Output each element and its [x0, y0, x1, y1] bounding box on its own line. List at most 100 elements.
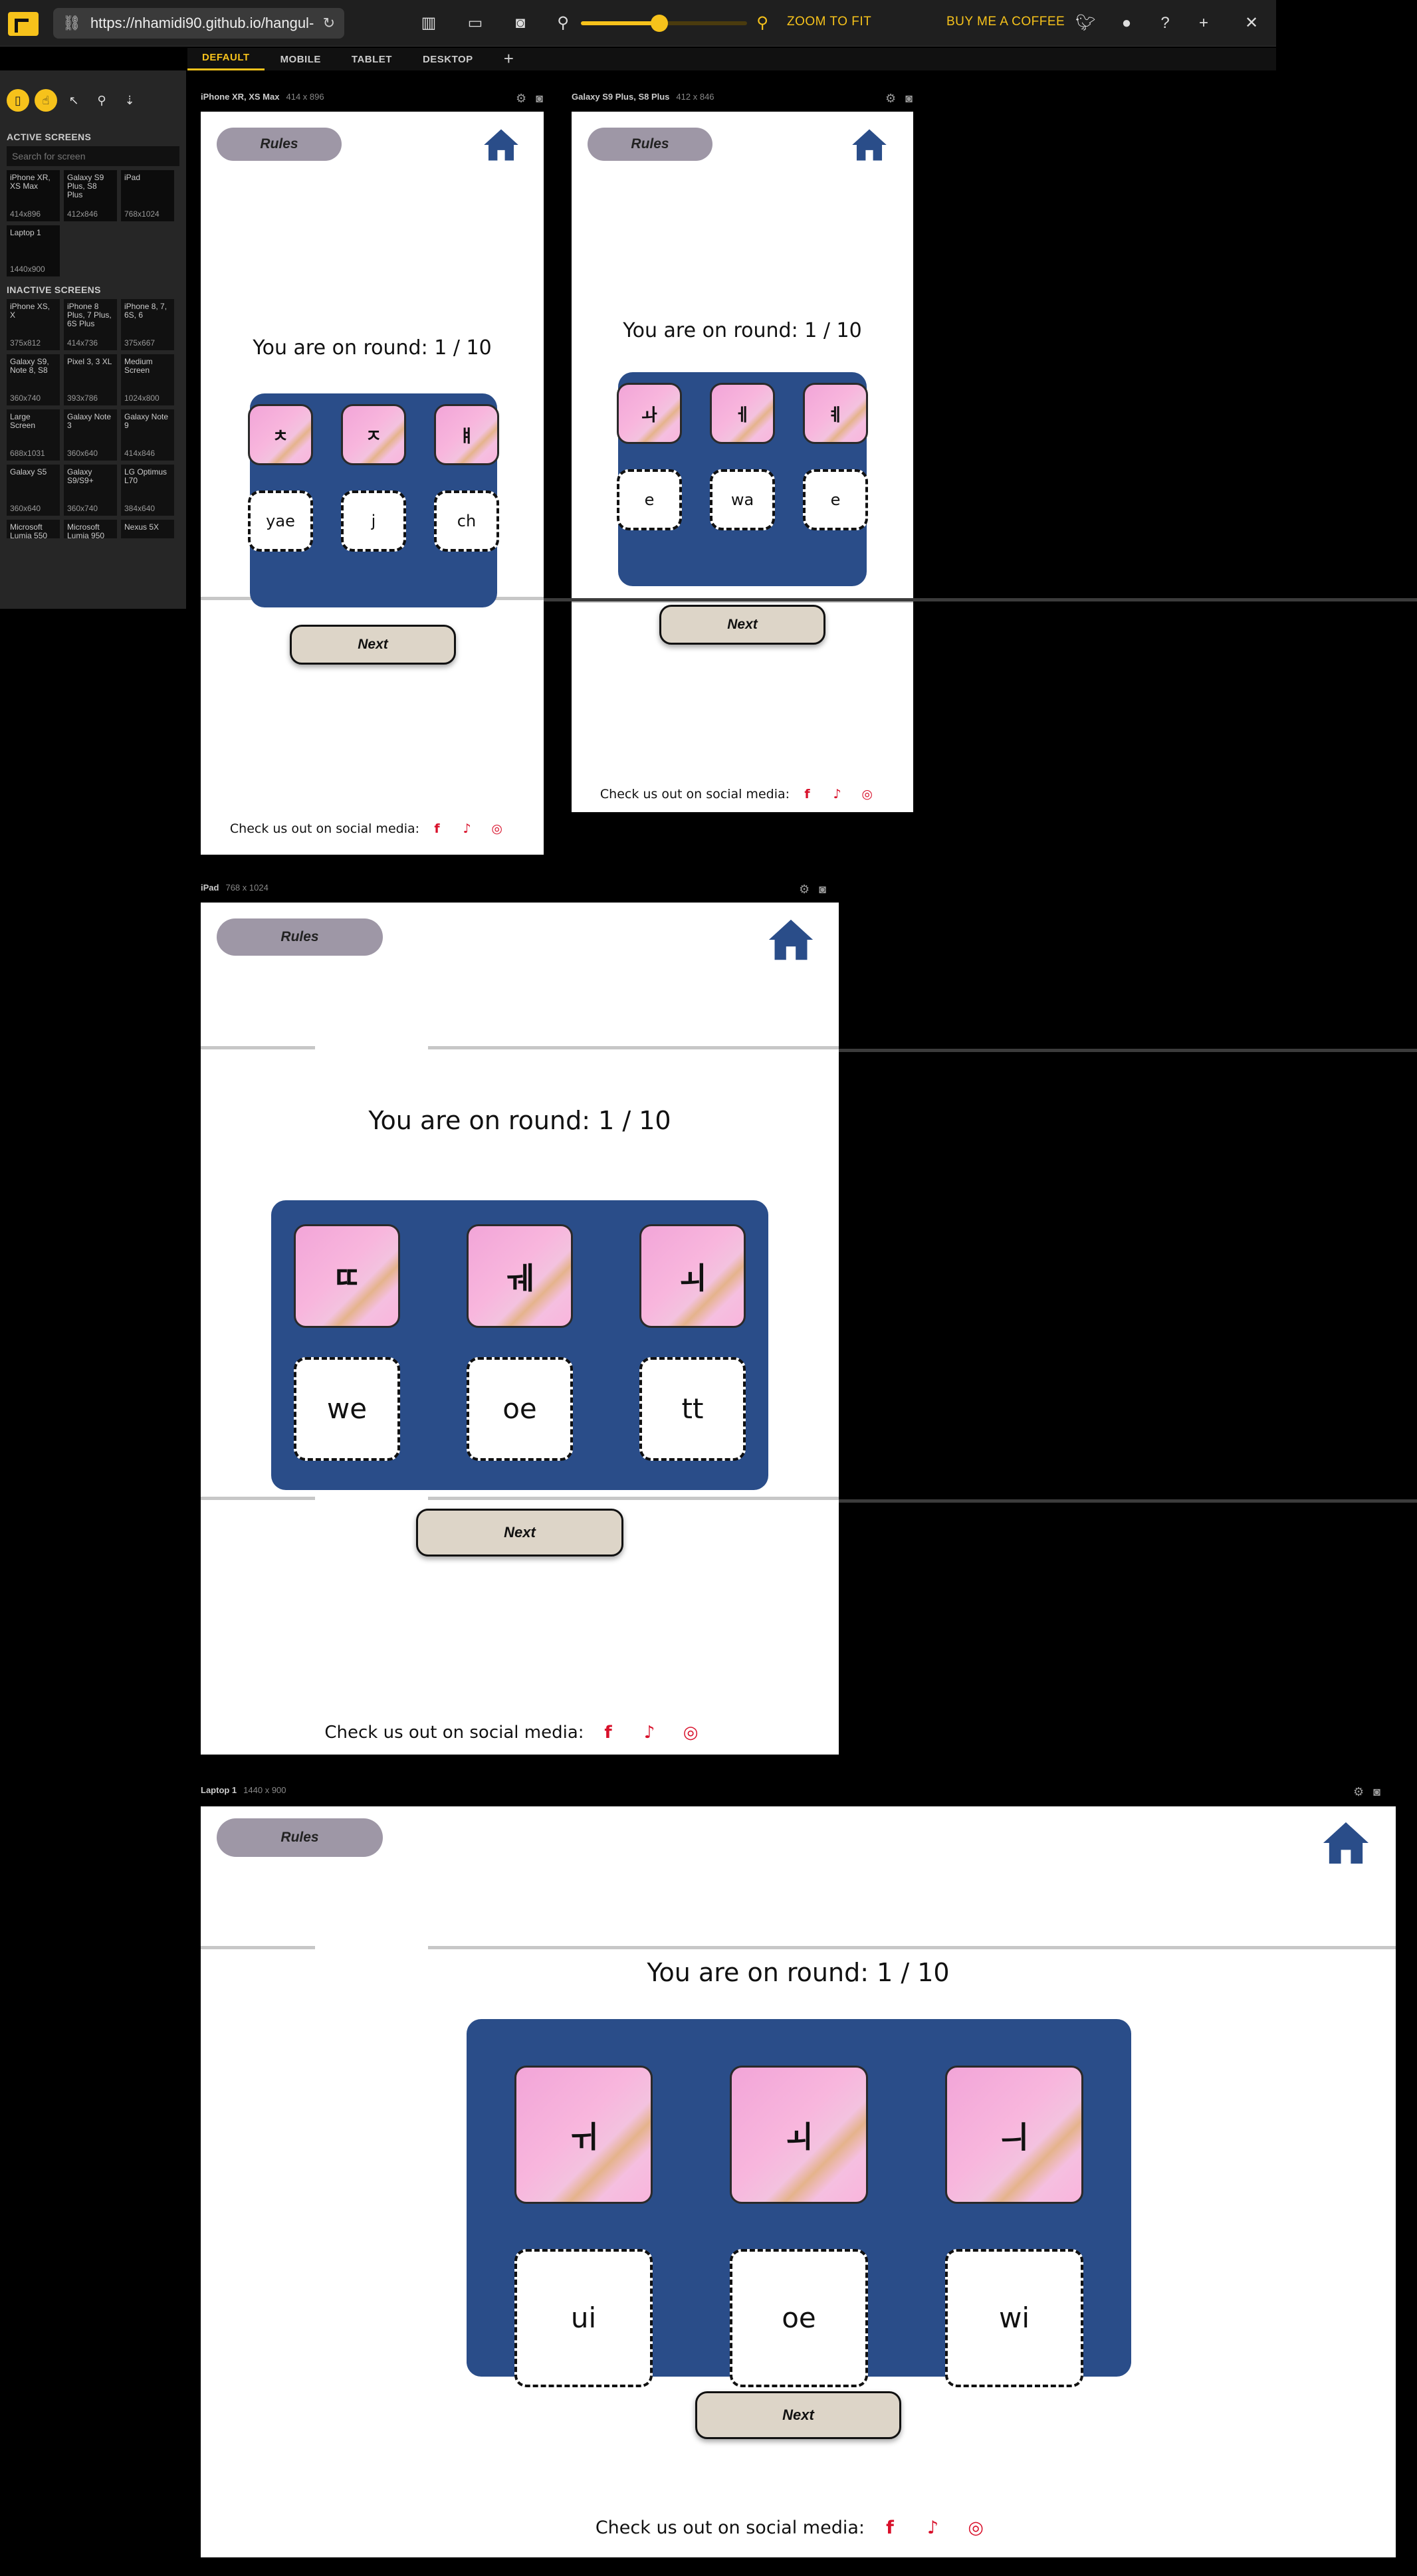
search-icon[interactable]: ⚲	[90, 89, 113, 112]
hangul-tile[interactable]: ㅟ	[514, 2066, 653, 2204]
camera-icon[interactable]: ◙	[905, 92, 913, 105]
gear-icon[interactable]: ⚙	[799, 883, 810, 896]
zoom-out-icon[interactable]: ⚲	[553, 13, 573, 33]
facebook-icon[interactable]: f	[790, 787, 825, 802]
tab-desktop[interactable]: DESKTOP	[408, 54, 488, 70]
hangul-tile[interactable]: ㅞ	[467, 1224, 573, 1328]
add-icon[interactable]: +	[1194, 13, 1214, 33]
rules-button[interactable]: Rules	[588, 128, 712, 161]
tiktok-icon[interactable]: ♪	[633, 1723, 667, 1743]
camera-icon[interactable]: ◙	[819, 883, 826, 896]
hangul-tile[interactable]: ㅘ	[617, 383, 682, 444]
instagram-icon[interactable]: ◎	[950, 2518, 1001, 2538]
screen-card[interactable]: iPhone 8 Plus, 7 Plus, 6S Plus 414x736	[64, 299, 117, 350]
facebook-icon[interactable]: f	[865, 2518, 915, 2538]
pointer-toggle-icon[interactable]: ☝	[35, 89, 57, 112]
romanization-tile[interactable]: oe	[467, 1357, 573, 1461]
hangul-tile[interactable]: ㅒ	[434, 404, 499, 465]
network-icon[interactable]: ⇣	[118, 89, 141, 112]
buy-me-a-coffee-button[interactable]: BUY ME A COFFEE	[946, 15, 1065, 29]
screenshot-icon[interactable]: ◙	[510, 13, 530, 33]
screen-card[interactable]: Galaxy S9 Plus, S8 Plus 412x846	[64, 170, 117, 221]
tiktok-icon[interactable]: ♪	[455, 821, 479, 836]
rules-button[interactable]: Rules	[217, 128, 342, 161]
facebook-icon[interactable]: f	[419, 821, 455, 836]
screen-card[interactable]: iPhone XS, X 375x812	[7, 299, 60, 350]
romanization-tile[interactable]: wi	[945, 2249, 1083, 2387]
romanization-tile[interactable]: wa	[710, 469, 775, 530]
gear-icon[interactable]: ⚙	[516, 92, 526, 105]
screen-card[interactable]: Galaxy Note 9 414x846	[121, 409, 174, 461]
screen-card[interactable]: Galaxy Note 3 360x640	[64, 409, 117, 461]
screen-card[interactable]: Galaxy S5 360x640	[7, 465, 60, 516]
romanization-tile[interactable]: j	[341, 490, 406, 552]
device-icon[interactable]: ▯	[7, 89, 29, 112]
zoom-to-fit-button[interactable]: ZOOM TO FIT	[787, 15, 871, 29]
twitter-icon[interactable]: 🐦︎	[1075, 13, 1095, 33]
screen-card[interactable]: iPhone 8, 7, 6S, 6 375x667	[121, 299, 174, 350]
next-button[interactable]: Next	[290, 625, 456, 665]
url-bar[interactable]: ⛓ https://nhamidi90.github.io/hangul- ↻	[53, 8, 344, 39]
facebook-icon[interactable]: f	[584, 1723, 633, 1743]
tab-tablet[interactable]: TABLET	[337, 54, 407, 70]
hangul-tile[interactable]: ㄸ	[294, 1224, 400, 1328]
tab-default[interactable]: DEFAULT	[187, 52, 265, 70]
instagram-icon[interactable]: ◎	[667, 1723, 715, 1743]
hangul-tile[interactable]: ㅖ	[803, 383, 868, 444]
hangul-tile[interactable]: ㅢ	[945, 2066, 1083, 2204]
zoom-in-icon[interactable]: ⚲	[752, 13, 772, 33]
romanization-tile[interactable]: e	[803, 469, 868, 530]
home-icon[interactable]	[1321, 1818, 1370, 1868]
rules-button[interactable]: Rules	[217, 918, 383, 956]
add-tab-icon[interactable]: +	[489, 49, 528, 70]
screen-card[interactable]: iPad 768x1024	[121, 170, 174, 221]
rules-button[interactable]: Rules	[217, 1818, 383, 1857]
tab-mobile[interactable]: MOBILE	[266, 54, 336, 70]
screen-card[interactable]: Nexus 5X412x732	[121, 520, 174, 538]
gear-icon[interactable]: ⚙	[1353, 1785, 1364, 1798]
screen-card[interactable]: Microsoft Lumia 550360x640	[7, 520, 60, 538]
camera-icon[interactable]: ◙	[536, 92, 543, 105]
view-columns-icon[interactable]: ▥	[419, 13, 439, 33]
hangul-tile[interactable]: ㅚ	[639, 1224, 746, 1328]
view-single-icon[interactable]: ▭	[465, 13, 485, 33]
screen-card[interactable]: Galaxy S9/S9+ 360x740	[64, 465, 117, 516]
url-text[interactable]: https://nhamidi90.github.io/hangul-	[90, 15, 314, 32]
romanization-tile[interactable]: ch	[434, 490, 499, 552]
home-icon[interactable]	[767, 916, 815, 964]
camera-icon[interactable]: ◙	[1373, 1785, 1380, 1798]
home-icon[interactable]	[483, 126, 520, 163]
zoom-slider-knob[interactable]	[650, 15, 668, 32]
next-button[interactable]: Next	[416, 1509, 623, 1556]
zoom-slider[interactable]	[581, 15, 747, 32]
gear-icon[interactable]: ⚙	[885, 92, 896, 105]
screen-card[interactable]: Galaxy S9, Note 8, S8 360x740	[7, 354, 60, 405]
next-button[interactable]: Next	[659, 605, 825, 645]
screen-card[interactable]: Large Screen 688x1031	[7, 409, 60, 461]
hangul-tile[interactable]: ㅊ	[248, 404, 313, 465]
instagram-icon[interactable]: ◎	[479, 821, 514, 836]
hangul-tile[interactable]: ㅚ	[730, 2066, 868, 2204]
romanization-tile[interactable]: we	[294, 1357, 400, 1461]
tiktok-icon[interactable]: ♪	[915, 2518, 950, 2538]
screen-card[interactable]: Pixel 3, 3 XL 393x786	[64, 354, 117, 405]
screen-card[interactable]: Microsoft Lumia 950360x640	[64, 520, 117, 538]
romanization-tile[interactable]: tt	[639, 1357, 746, 1461]
screen-card[interactable]: LG Optimus L70 384x640	[121, 465, 174, 516]
help-icon[interactable]: ?	[1155, 13, 1175, 33]
reload-icon[interactable]: ↻	[323, 15, 335, 32]
romanization-tile[interactable]: yae	[248, 490, 313, 552]
romanization-tile[interactable]: ui	[514, 2249, 653, 2387]
close-icon[interactable]: ✕	[1242, 13, 1261, 33]
screen-card[interactable]: Medium Screen 1024x800	[121, 354, 174, 405]
tiktok-icon[interactable]: ♪	[825, 787, 849, 802]
hangul-tile[interactable]: ㅔ	[710, 383, 775, 444]
screen-card[interactable]: iPhone XR, XS Max 414x896	[7, 170, 60, 221]
romanization-tile[interactable]: oe	[730, 2249, 868, 2387]
github-icon[interactable]: ●	[1117, 13, 1137, 33]
instagram-icon[interactable]: ◎	[849, 787, 885, 802]
screen-search-input[interactable]	[7, 146, 179, 166]
screen-card[interactable]: Laptop 1 1440x900	[7, 225, 60, 276]
hangul-tile[interactable]: ㅈ	[341, 404, 406, 465]
romanization-tile[interactable]: e	[617, 469, 682, 530]
